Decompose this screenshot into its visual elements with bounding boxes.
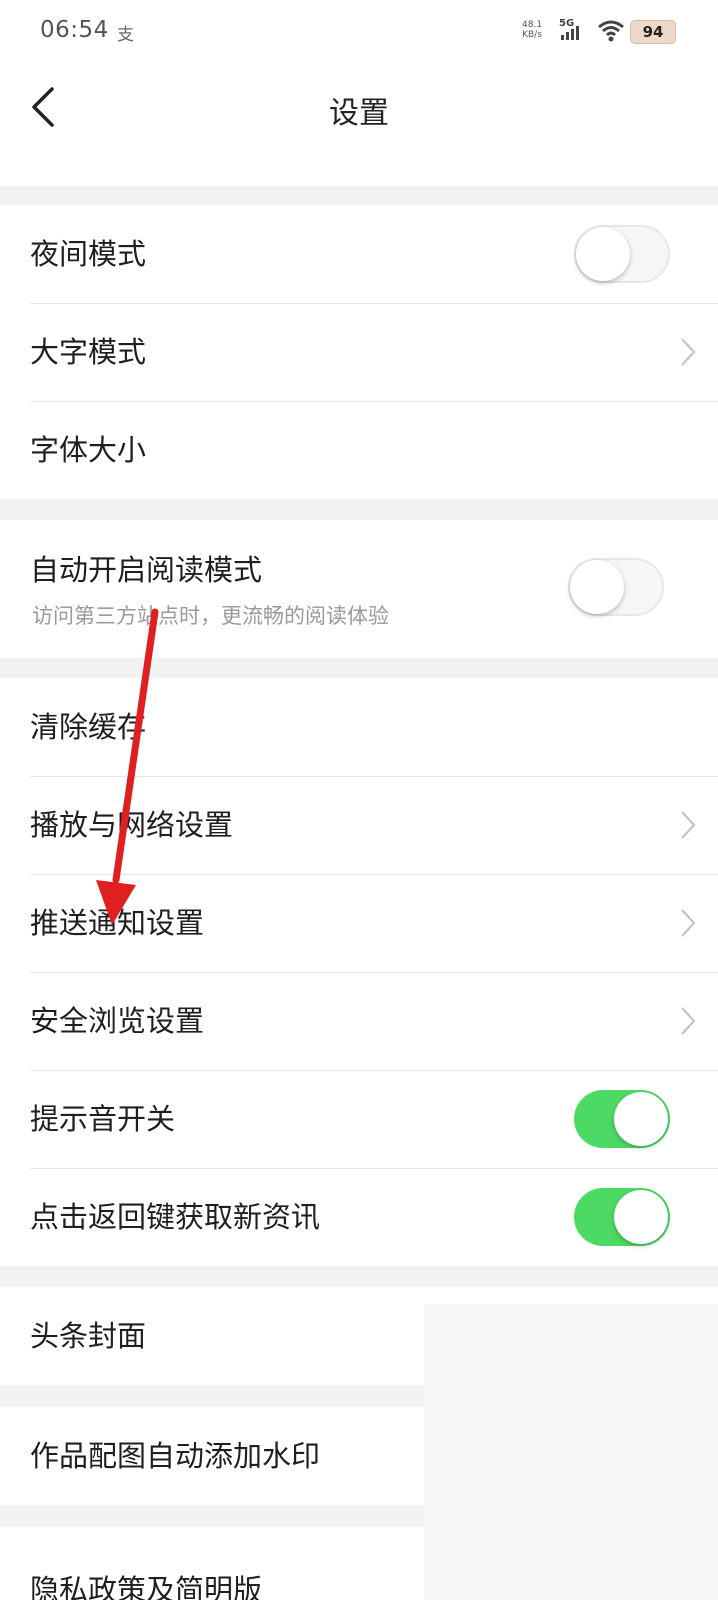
- reading-section: 自动开启阅读模式 访问第三方站点时，更流畅的阅读体验: [0, 520, 718, 658]
- back-key-refresh-switch[interactable]: [574, 1188, 670, 1246]
- privacy-policy-label: 隐私政策及简明版: [30, 1573, 263, 1600]
- wifi-icon: [598, 20, 624, 42]
- push-notifications-row[interactable]: 推送通知设置: [0, 874, 718, 972]
- playback-network-label: 播放与网络设置: [30, 808, 234, 842]
- auto-watermark-label: 作品配图自动添加水印: [30, 1439, 321, 1473]
- nav-bar: 设置: [0, 64, 718, 151]
- headline-cover-label: 头条封面: [30, 1319, 147, 1353]
- sound-toggle-row[interactable]: 提示音开关: [0, 1070, 718, 1168]
- auto-reading-mode-description: 访问第三方站点时，更流畅的阅读体验: [32, 604, 389, 628]
- network-speed: 48.1 KB/s: [522, 20, 542, 40]
- clear-cache-row[interactable]: 清除缓存: [0, 678, 718, 776]
- toggle-knob: [614, 1190, 668, 1244]
- chevron-right-icon: [681, 909, 696, 937]
- sound-toggle-label: 提示音开关: [30, 1102, 176, 1136]
- status-time: 06:54: [40, 17, 109, 43]
- network-speed-unit: KB/s: [522, 30, 542, 40]
- font-size-row[interactable]: 字体大小: [0, 401, 718, 499]
- page-title: 设置: [329, 96, 389, 131]
- back-key-refresh-label: 点击返回键获取新资讯: [30, 1200, 321, 1234]
- chevron-right-icon: [681, 1007, 696, 1035]
- auto-reading-mode-toggle[interactable]: [568, 558, 664, 616]
- night-mode-label: 夜间模式: [30, 237, 147, 271]
- back-key-refresh-row[interactable]: 点击返回键获取新资讯: [0, 1168, 718, 1266]
- battery-level: 94: [642, 23, 664, 41]
- auto-reading-mode-label: 自动开启阅读模式: [30, 553, 263, 587]
- night-mode-toggle[interactable]: [574, 225, 670, 283]
- alipay-icon: 支: [117, 25, 134, 45]
- safe-browsing-label: 安全浏览设置: [30, 1004, 205, 1038]
- font-size-label: 字体大小: [30, 433, 147, 467]
- toggle-knob: [570, 560, 624, 614]
- sound-toggle-switch[interactable]: [574, 1090, 670, 1148]
- night-mode-row[interactable]: 夜间模式: [0, 205, 718, 303]
- clear-cache-label: 清除缓存: [30, 710, 147, 744]
- safe-browsing-row[interactable]: 安全浏览设置: [0, 972, 718, 1070]
- display-section: 夜间模式 大字模式 字体大小: [0, 205, 718, 499]
- network-speed-value: 48.1: [522, 20, 543, 30]
- push-notifications-label: 推送通知设置: [30, 906, 205, 940]
- auto-reading-mode-row[interactable]: 自动开启阅读模式 访问第三方站点时，更流畅的阅读体验: [0, 520, 718, 658]
- large-text-mode-label: 大字模式: [30, 335, 147, 369]
- scrolled-item-remnant: [0, 150, 718, 186]
- battery-icon: 94: [630, 20, 676, 44]
- toggle-knob: [576, 227, 630, 281]
- status-bar: 06:54 支 48.1 KB/s 5G 94: [0, 0, 718, 64]
- large-text-mode-row[interactable]: 大字模式: [0, 303, 718, 401]
- general-section: 清除缓存 播放与网络设置 推送通知设置 安全浏览设置 提示音开关 点击返回键获取…: [0, 678, 718, 1266]
- toggle-knob: [614, 1092, 668, 1146]
- overlay-panel: [424, 1304, 718, 1600]
- chevron-right-icon: [681, 338, 696, 366]
- playback-network-row[interactable]: 播放与网络设置: [0, 776, 718, 874]
- chevron-right-icon: [681, 811, 696, 839]
